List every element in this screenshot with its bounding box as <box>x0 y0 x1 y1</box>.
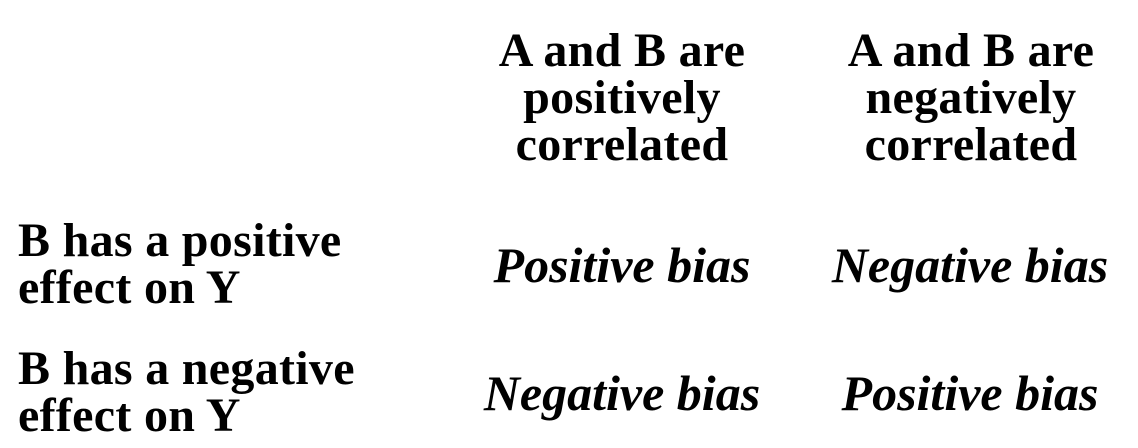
header-line: B has a positive <box>18 214 342 267</box>
table-cell: Positive bias <box>841 365 1099 421</box>
row-header-negative-effect: B has a negative effect on Y <box>18 342 355 442</box>
header-line: A and B are <box>498 24 746 77</box>
header-line: negatively <box>865 71 1077 124</box>
table-cell: Positive bias <box>493 237 751 293</box>
header-line: correlated <box>515 118 729 171</box>
header-line: correlated <box>864 118 1078 171</box>
header-line: effect on Y <box>18 389 241 442</box>
row-header-positive-effect: B has a positive effect on Y <box>18 214 342 314</box>
table-cell: Negative bias <box>483 365 761 421</box>
header-line: positively <box>523 71 721 124</box>
table-cell: Negative bias <box>831 237 1109 293</box>
column-header-positive-correlation: A and B are positively correlated <box>457 24 787 171</box>
column-header-negative-correlation: A and B are negatively correlated <box>806 24 1136 171</box>
header-line: effect on Y <box>18 261 241 314</box>
header-line: A and B are <box>847 24 1095 77</box>
header-line: B has a negative <box>18 342 355 395</box>
